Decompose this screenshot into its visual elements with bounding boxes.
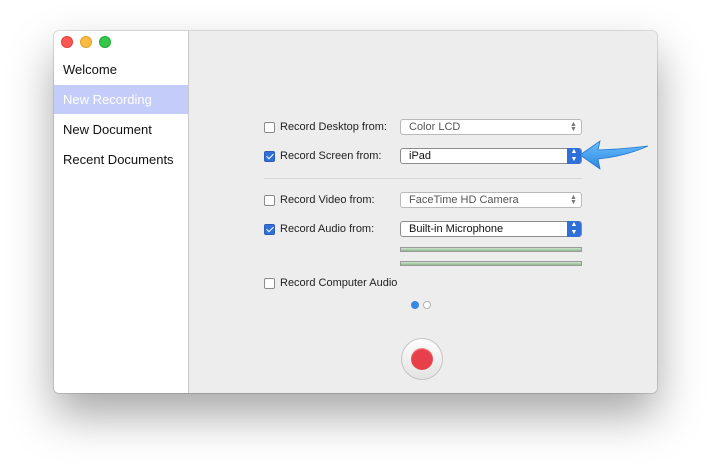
audio-level-meter-left (400, 247, 582, 252)
sidebar-nav: Welcome New Recording New Document Recen… (54, 55, 188, 175)
video-row: Record Video from: (264, 191, 375, 209)
sidebar-item-recent-documents[interactable]: Recent Documents (54, 145, 188, 174)
updown-chevron-icon: ▲ ▼ (567, 221, 581, 237)
record-computer-audio-checkbox[interactable] (264, 277, 275, 289)
page-dot-1[interactable] (411, 301, 419, 309)
screen-row: Record Screen from: (264, 147, 381, 165)
record-icon (411, 348, 433, 370)
sidebar-item-new-recording[interactable]: New Recording (54, 85, 188, 114)
audio-source-value: Built-in Microphone (409, 223, 504, 235)
desktop-source-select[interactable]: Color LCD ▲ ▼ (400, 119, 582, 135)
record-desktop-checkbox[interactable] (264, 121, 275, 133)
page-dot-2[interactable] (423, 301, 431, 309)
record-audio-label: Record Audio from: (280, 223, 375, 235)
record-screen-label: Record Screen from: (280, 150, 382, 162)
screen-source-select[interactable]: iPad ▲ ▼ (400, 148, 582, 164)
close-button[interactable] (61, 36, 73, 48)
zoom-button[interactable] (99, 36, 111, 48)
video-source-value: FaceTime HD Camera (409, 194, 519, 206)
updown-chevron-icon: ▲ ▼ (570, 121, 577, 133)
audio-row: Record Audio from: (264, 220, 374, 238)
minimize-button[interactable] (80, 36, 92, 48)
recording-panel: Record Desktop from: Color LCD ▲ ▼ Record… (189, 31, 657, 393)
desktop-source-value: Color LCD (409, 121, 461, 133)
audio-source-select[interactable]: Built-in Microphone ▲ ▼ (400, 221, 582, 237)
record-computer-audio-label: Record Computer Audio (280, 277, 398, 289)
record-screen-checkbox[interactable] (264, 150, 275, 162)
computer-audio-row: Record Computer Audio (264, 274, 397, 292)
desktop-row: Record Desktop from: (264, 118, 387, 136)
record-video-label: Record Video from: (280, 194, 375, 206)
record-button[interactable] (401, 338, 443, 380)
record-audio-checkbox[interactable] (264, 223, 275, 235)
app-window: Welcome New Recording New Document Recen… (54, 31, 657, 393)
screen-source-value: iPad (409, 150, 432, 162)
record-desktop-label: Record Desktop from: (280, 121, 387, 133)
arrow-left-icon (579, 140, 649, 170)
record-video-checkbox[interactable] (264, 194, 275, 206)
page-indicator (411, 301, 431, 309)
audio-level-meter-right (400, 261, 582, 266)
sidebar-item-welcome[interactable]: Welcome (54, 55, 188, 84)
window-controls (61, 36, 111, 48)
updown-chevron-icon: ▲ ▼ (570, 194, 577, 206)
section-divider (264, 178, 582, 179)
sidebar: Welcome New Recording New Document Recen… (54, 31, 189, 393)
video-source-select[interactable]: FaceTime HD Camera ▲ ▼ (400, 192, 582, 208)
sidebar-item-new-document[interactable]: New Document (54, 115, 188, 144)
